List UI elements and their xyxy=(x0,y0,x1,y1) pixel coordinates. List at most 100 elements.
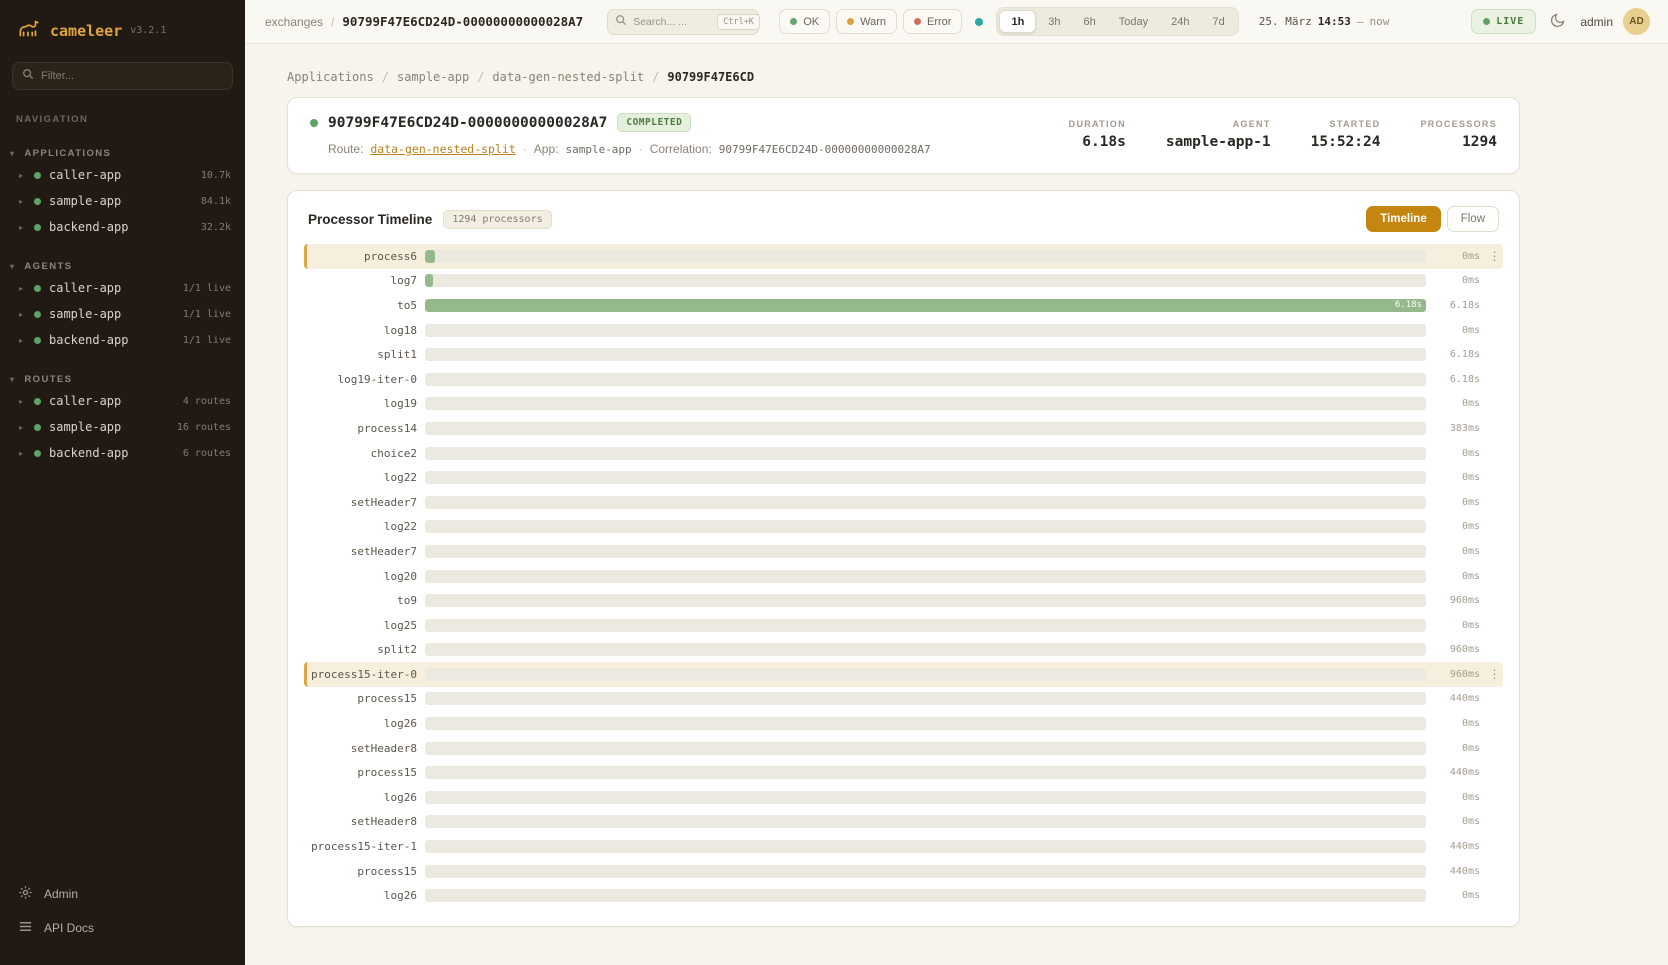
sidebar-item-caller-app[interactable]: ▸ caller-app 1/1 live xyxy=(0,275,245,301)
main-area: exchanges / 90799F47E6CD24D-000000000000… xyxy=(245,0,1668,965)
range-7d-button[interactable]: 7d xyxy=(1202,10,1236,33)
sidebar-footer: Admin API Docs xyxy=(0,867,245,965)
view-flow-button[interactable]: Flow xyxy=(1447,206,1499,232)
processor-name: log22 xyxy=(307,520,417,533)
sidebar-sections: ▾ APPLICATIONS ▸ caller-app 10.7k ▸ samp… xyxy=(0,127,245,466)
timeline-row[interactable]: to5 6.18s 6.18s ⋮ xyxy=(304,293,1503,318)
avatar[interactable]: AD xyxy=(1623,8,1650,35)
section-items: ▸ caller-app 4 routes ▸ sample-app 16 ro… xyxy=(0,388,245,466)
search-input[interactable] xyxy=(633,16,711,28)
sidebar-item-badge: 1/1 live xyxy=(183,335,231,346)
live-toggle[interactable]: LIVE xyxy=(1471,9,1536,34)
duration-bar[interactable]: 6.18s xyxy=(425,299,1426,312)
extra-status-dot[interactable] xyxy=(975,18,983,26)
duration-value: 0ms xyxy=(1434,251,1480,262)
sidebar-item-caller-app[interactable]: ▸ caller-app 4 routes xyxy=(0,388,245,414)
timeline-row[interactable]: setHeader7 0ms ⋮ xyxy=(304,539,1503,564)
timeline-row[interactable]: choice2 0ms ⋮ xyxy=(304,441,1503,466)
range-3h-button[interactable]: 3h xyxy=(1037,10,1071,33)
duration-bar[interactable] xyxy=(425,250,435,263)
correlation-value: 90799F47E6CD24D-00000000000028A7 xyxy=(719,143,931,156)
timeline-row[interactable]: process15-iter-1 440ms ⋮ xyxy=(304,834,1503,859)
timeline-row[interactable]: log19 0ms ⋮ xyxy=(304,392,1503,417)
timeline-row[interactable]: process15-iter-0 960ms ⋮ xyxy=(304,662,1503,687)
timeline-row[interactable]: process14 383ms ⋮ xyxy=(304,416,1503,441)
timeline-row[interactable]: log19-iter-0 6.18s ⋮ xyxy=(304,367,1503,392)
chevron-right-icon: ▸ xyxy=(19,171,26,180)
timeline-row[interactable]: split1 6.18s ⋮ xyxy=(304,342,1503,367)
kebab-menu-icon[interactable]: ⋮ xyxy=(1488,249,1501,263)
timeline-row[interactable]: setHeader8 0ms ⋮ xyxy=(304,736,1503,761)
timeline-row[interactable]: setHeader8 0ms ⋮ xyxy=(304,810,1503,835)
timeline-row[interactable]: log18 0ms ⋮ xyxy=(304,318,1503,343)
filter-chip-error[interactable]: Error xyxy=(903,9,962,34)
timeline-row[interactable]: to9 960ms ⋮ xyxy=(304,588,1503,613)
sidebar-item-backend-app[interactable]: ▸ backend-app 32.2k xyxy=(0,214,245,240)
sidebar-item-caller-app[interactable]: ▸ caller-app 10.7k xyxy=(0,162,245,188)
range-today-button[interactable]: Today xyxy=(1108,10,1159,33)
breadcrumb-item[interactable]: data-gen-nested-split xyxy=(492,70,644,84)
status-dot xyxy=(34,337,41,344)
section-header-agents[interactable]: ▾ AGENTS xyxy=(0,258,245,275)
range-6h-button[interactable]: 6h xyxy=(1073,10,1107,33)
timeline-row[interactable]: process6 0ms ⋮ xyxy=(304,244,1503,269)
sidebar-filter-input[interactable] xyxy=(41,70,201,82)
range-1h-button[interactable]: 1h xyxy=(999,10,1036,33)
timeline-track xyxy=(425,397,1426,410)
timeline-row[interactable]: log7 0ms ⋮ xyxy=(304,269,1503,294)
route-link[interactable]: data-gen-nested-split xyxy=(370,142,515,156)
timeline-row[interactable]: log22 0ms ⋮ xyxy=(304,465,1503,490)
timeline-row[interactable]: split2 960ms ⋮ xyxy=(304,638,1503,663)
sidebar-item-api-docs[interactable]: API Docs xyxy=(0,911,245,945)
processor-name: log26 xyxy=(307,791,417,804)
app-logo[interactable]: cameleer v3.2.1 xyxy=(0,0,245,56)
duration-bar[interactable] xyxy=(425,274,433,287)
dark-mode-toggle[interactable] xyxy=(1546,8,1570,35)
sidebar-section: ▾ ROUTES ▸ caller-app 4 routes ▸ sample-… xyxy=(0,371,245,466)
processor-name: process15 xyxy=(307,865,417,878)
stat-duration: DURATION 6.18s xyxy=(1069,119,1126,150)
sidebar-item-sample-app[interactable]: ▸ sample-app 1/1 live xyxy=(0,301,245,327)
breadcrumb-section[interactable]: exchanges xyxy=(265,15,323,29)
timeline-row[interactable]: log20 0ms ⋮ xyxy=(304,564,1503,589)
timeline-row[interactable]: log26 0ms ⋮ xyxy=(304,883,1503,908)
timeline-track xyxy=(425,324,1426,337)
global-search[interactable]: Ctrl+K xyxy=(607,9,759,35)
kebab-menu-icon[interactable]: ⋮ xyxy=(1488,667,1501,681)
timeline-row[interactable]: process15 440ms ⋮ xyxy=(304,859,1503,884)
breadcrumb-item[interactable]: Applications xyxy=(287,70,374,84)
sidebar-item-admin[interactable]: Admin xyxy=(0,877,245,911)
timeline-row[interactable]: setHeader7 0ms ⋮ xyxy=(304,490,1503,515)
timeline-row[interactable]: process15 440ms ⋮ xyxy=(304,687,1503,712)
view-timeline-button[interactable]: Timeline xyxy=(1366,206,1440,232)
sidebar-item-badge: 10.7k xyxy=(201,170,231,181)
sidebar-item-backend-app[interactable]: ▸ backend-app 6 routes xyxy=(0,440,245,466)
section-header-applications[interactable]: ▾ APPLICATIONS xyxy=(0,145,245,162)
filter-chip-warn[interactable]: Warn xyxy=(836,9,897,34)
sidebar-item-backend-app[interactable]: ▸ backend-app 1/1 live xyxy=(0,327,245,353)
timeline-row[interactable]: process15 440ms ⋮ xyxy=(304,760,1503,785)
timeline-row[interactable]: log26 0ms ⋮ xyxy=(304,711,1503,736)
duration-value: 0ms xyxy=(1434,275,1480,286)
timeline-row[interactable]: log22 0ms ⋮ xyxy=(304,515,1503,540)
status-filter-chips: OK Warn Error xyxy=(779,9,962,34)
section-header-routes[interactable]: ▾ ROUTES xyxy=(0,371,245,388)
breadcrumb-item[interactable]: sample-app xyxy=(397,70,469,84)
processor-name: setHeader8 xyxy=(307,815,417,828)
timeline-row[interactable]: log26 0ms ⋮ xyxy=(304,785,1503,810)
sidebar-item-sample-app[interactable]: ▸ sample-app 84.1k xyxy=(0,188,245,214)
sidebar-item-badge: 32.2k xyxy=(201,222,231,233)
duration-value: 440ms xyxy=(1434,693,1480,704)
duration-value: 0ms xyxy=(1434,816,1480,827)
timeline-track xyxy=(425,594,1426,607)
navigation-label: NAVIGATION xyxy=(0,100,245,127)
sidebar-item-sample-app[interactable]: ▸ sample-app 16 routes xyxy=(0,414,245,440)
filter-chip-ok[interactable]: OK xyxy=(779,9,830,34)
sidebar-item-badge: 1/1 live xyxy=(183,283,231,294)
search-icon xyxy=(615,13,627,31)
processor-name: to9 xyxy=(307,594,417,607)
user-name: admin xyxy=(1580,15,1613,29)
range-24h-button[interactable]: 24h xyxy=(1160,10,1200,33)
timeline-row[interactable]: log25 0ms ⋮ xyxy=(304,613,1503,638)
search-shortcut-hint: Ctrl+K xyxy=(717,14,760,30)
